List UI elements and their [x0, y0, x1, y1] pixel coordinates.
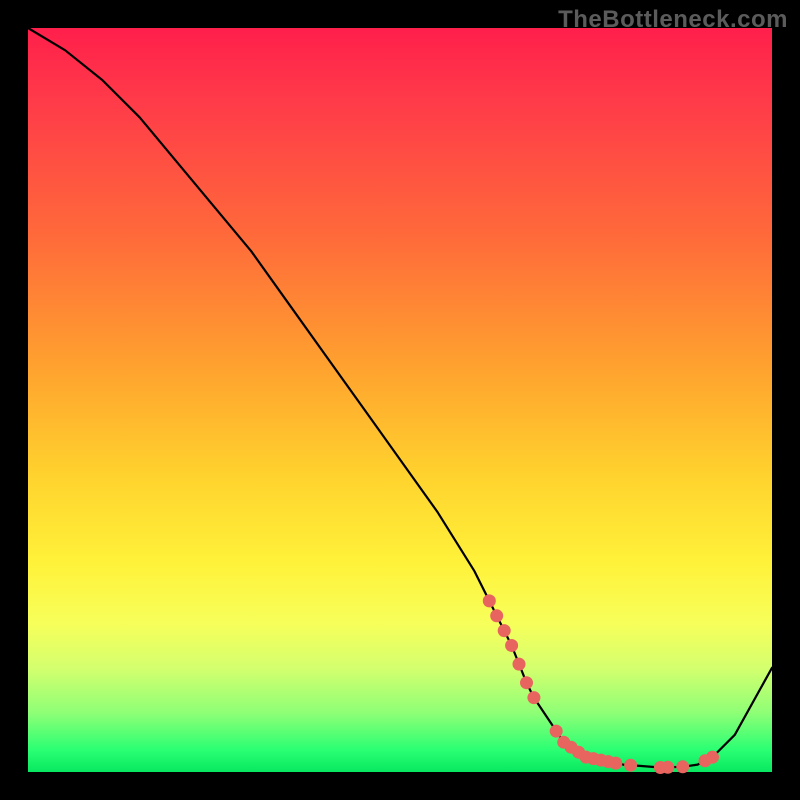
highlight-dot	[661, 761, 674, 774]
highlight-dot	[505, 639, 518, 652]
highlight-dot	[498, 624, 511, 637]
bottleneck-curve	[28, 28, 772, 768]
highlight-dots	[483, 594, 719, 774]
highlight-dot	[706, 751, 719, 764]
highlight-dot	[483, 594, 496, 607]
chart-frame: TheBottleneck.com	[0, 0, 800, 800]
highlight-dot	[513, 658, 526, 671]
highlight-dot	[676, 760, 689, 773]
highlight-dot	[490, 609, 503, 622]
plot-area	[28, 28, 772, 772]
highlight-dot	[527, 691, 540, 704]
highlight-dot	[609, 757, 622, 770]
curve-svg	[28, 28, 772, 772]
highlight-dot	[520, 676, 533, 689]
highlight-dot	[624, 759, 637, 772]
highlight-dot	[550, 725, 563, 738]
